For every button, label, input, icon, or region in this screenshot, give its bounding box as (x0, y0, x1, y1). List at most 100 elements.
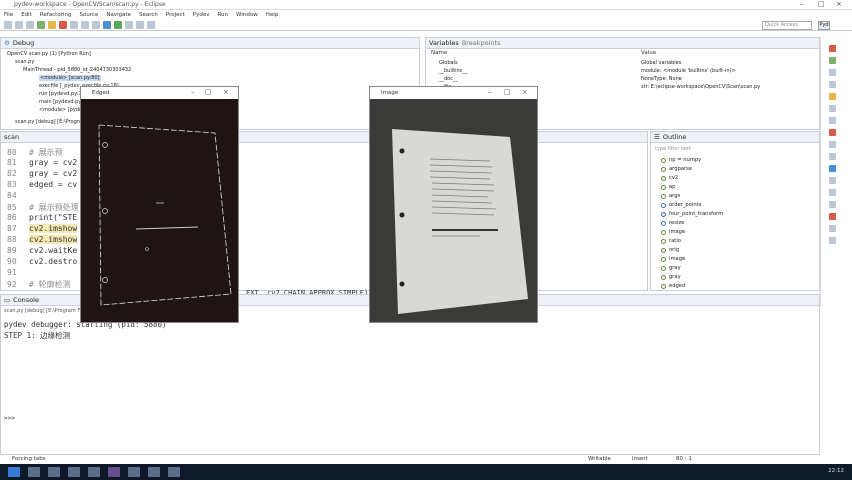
outline-filter-input[interactable]: type filter text (655, 146, 691, 152)
browser-icon[interactable] (88, 467, 100, 477)
app-icon[interactable] (128, 467, 140, 477)
outline-item[interactable]: image (661, 256, 685, 262)
code-line: 83 edged = cv (7, 180, 78, 189)
outline-item[interactable]: gray (661, 265, 681, 271)
file-explorer-icon[interactable] (68, 467, 80, 477)
view-icon[interactable] (829, 141, 836, 148)
view-icon[interactable] (829, 129, 836, 136)
debug-icon[interactable] (103, 20, 111, 29)
debug-frame-row[interactable]: <module> [scan.py:80] (39, 75, 101, 81)
outline-item[interactable]: resize (661, 220, 684, 226)
view-icon[interactable] (829, 69, 836, 76)
view-icon[interactable] (829, 213, 836, 220)
terminate-icon[interactable] (59, 20, 67, 29)
menu-file[interactable]: File (4, 12, 13, 18)
step-over-icon[interactable] (81, 20, 89, 29)
image-window[interactable]: Image – □ × (369, 86, 538, 323)
menu-window[interactable]: Window (236, 12, 258, 18)
menu-navigate[interactable]: Navigate (106, 12, 131, 18)
code-line: 84 (7, 191, 17, 200)
menu-help[interactable]: Help (266, 12, 279, 18)
minimize-icon[interactable]: – (800, 0, 804, 8)
outline-item[interactable]: orig (661, 247, 679, 253)
tab-breakpoints[interactable]: Breakpoints (462, 39, 501, 47)
edged-window-titlebar[interactable]: Edged – □ × (81, 87, 238, 99)
outline-item[interactable]: ratio (661, 238, 681, 244)
edged-image (81, 99, 238, 322)
outline-item[interactable]: four_point_transform (661, 211, 723, 217)
outline-item[interactable]: edged (661, 283, 685, 289)
menu-refactoring[interactable]: Refactoring (40, 12, 72, 18)
menu-search[interactable]: Search (139, 12, 158, 18)
perspective-button[interactable]: Pyd (818, 21, 830, 30)
app-icon[interactable] (148, 467, 160, 477)
search-icon[interactable] (125, 20, 133, 29)
run-icon[interactable] (114, 20, 122, 29)
suspend-icon[interactable] (48, 20, 56, 29)
outline-item[interactable]: order_points (661, 202, 701, 208)
outline-item[interactable]: argparse (661, 166, 692, 172)
resume-icon[interactable] (829, 57, 836, 64)
save-icon[interactable] (15, 20, 23, 29)
outline-item[interactable]: ap (661, 184, 675, 190)
maximize-icon[interactable]: □ (504, 88, 511, 96)
new-icon[interactable] (4, 20, 12, 29)
debug-launch-row[interactable]: OpenCV scan.py (1) [Python Run] (7, 51, 91, 57)
outline-item[interactable]: cv2 (661, 175, 678, 181)
view-icon[interactable] (829, 201, 836, 208)
print-icon[interactable] (26, 20, 34, 29)
step-into-icon[interactable] (70, 20, 78, 29)
minimize-icon[interactable]: – (191, 88, 195, 96)
editor-tab-scan[interactable]: scan (4, 133, 19, 141)
status-bar: Forcing tabs Writable Insert 80 : 1 (0, 455, 852, 464)
menu-project[interactable]: Project (166, 12, 185, 18)
console-prompt[interactable]: >>> (4, 415, 15, 422)
search-icon[interactable] (28, 467, 40, 477)
image-window-titlebar[interactable]: Image – □ × (370, 87, 537, 99)
close-icon[interactable]: × (836, 0, 842, 8)
forward-icon[interactable] (147, 20, 155, 29)
close-icon[interactable]: × (223, 88, 229, 96)
app-icon[interactable] (168, 467, 180, 477)
back-icon[interactable] (136, 20, 144, 29)
resume-icon[interactable] (37, 20, 45, 29)
view-icon[interactable] (829, 81, 836, 88)
outline-item[interactable]: args (661, 193, 680, 199)
terminate-icon[interactable] (829, 45, 836, 52)
view-icon[interactable] (829, 177, 836, 184)
maximize-icon[interactable]: □ (205, 88, 212, 96)
minimize-icon[interactable]: – (488, 88, 492, 96)
view-icon[interactable] (829, 165, 836, 172)
view-icon[interactable] (829, 153, 836, 160)
eclipse-icon[interactable] (108, 467, 120, 477)
code-line: 82 gray = cv2 (7, 169, 78, 178)
windows-start-icon[interactable] (8, 467, 20, 477)
outline-item[interactable]: gray (661, 274, 681, 280)
step-return-icon[interactable] (92, 20, 100, 29)
menu-run[interactable]: Run (217, 12, 228, 18)
quick-access-input[interactable]: Quick Access (762, 21, 812, 30)
view-icon[interactable] (829, 93, 836, 100)
status-position: 80 : 1 (676, 456, 692, 462)
debug-process-row[interactable]: scan.py (15, 59, 34, 65)
status-writable: Writable (588, 456, 611, 462)
view-icon[interactable] (829, 189, 836, 196)
menu-source[interactable]: Source (79, 12, 98, 18)
view-icon[interactable] (829, 117, 836, 124)
taskbar: 22:12 (0, 464, 852, 480)
console-title[interactable]: Console (13, 296, 39, 304)
view-icon[interactable] (829, 225, 836, 232)
view-icon[interactable] (829, 105, 836, 112)
maximize-icon[interactable]: □ (818, 0, 825, 8)
outline-item[interactable]: image (661, 229, 685, 235)
debug-thread-row[interactable]: MainThread - pid_5880_id_2404730303432 (23, 67, 131, 73)
close-icon[interactable]: × (522, 88, 528, 96)
outline-item[interactable]: np = numpy (661, 157, 701, 163)
menu-pydev[interactable]: Pydev (193, 12, 210, 18)
tab-variables[interactable]: Variables (429, 39, 459, 47)
menu-edit[interactable]: Edit (21, 12, 32, 18)
edged-window[interactable]: Edged – □ × (80, 86, 239, 323)
task-view-icon[interactable] (48, 467, 60, 477)
view-icon[interactable] (829, 237, 836, 244)
code-line: 91 (7, 268, 17, 277)
